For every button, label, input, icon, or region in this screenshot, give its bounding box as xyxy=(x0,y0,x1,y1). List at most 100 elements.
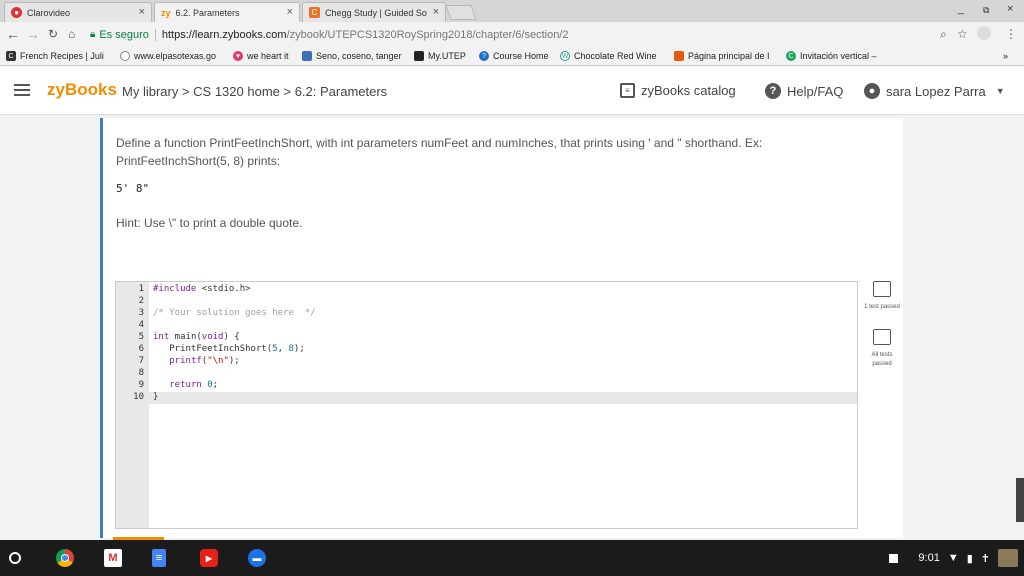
youtube-icon[interactable]: ▶ xyxy=(200,549,218,567)
bookmark-item[interactable]: C Invitación vertical – xyxy=(786,51,877,61)
user-menu[interactable]: ● sara Lopez Parra ▼ xyxy=(864,83,1005,99)
scrollbar[interactable] xyxy=(1016,478,1024,522)
code-line: #include <stdio.h> xyxy=(153,284,251,294)
chegg-icon: C xyxy=(309,7,320,18)
bookmark-item[interactable]: C French Recipes | Juli xyxy=(6,51,104,61)
zybooks-icon: zy xyxy=(161,7,171,18)
help-circle-icon: ? xyxy=(479,51,489,61)
bookmark-label: Página principal de I xyxy=(688,51,770,61)
hamburger-menu-icon[interactable] xyxy=(14,84,30,96)
bookmark-label: French Recipes | Juli xyxy=(20,51,104,61)
code-editor[interactable]: 1 2 3 4 5 6 7 8 9 10 #include <stdio.h> … xyxy=(115,281,858,529)
line-number: 7 xyxy=(138,356,144,366)
close-icon[interactable]: × xyxy=(433,6,439,18)
test-result-checkbox xyxy=(873,281,891,297)
status-tray[interactable]: 9:01 ▼ ▮ ✝ xyxy=(881,548,1018,568)
bookmark-label: Seno, coseno, tanger xyxy=(316,51,402,61)
more-bookmarks-button[interactable]: » xyxy=(1003,51,1008,61)
hint-text: Hint: Use \" to print a double quote. xyxy=(116,216,303,230)
catalog-icon: ≡ xyxy=(620,83,635,98)
battery-icon: ▮ xyxy=(966,552,973,565)
utep-icon xyxy=(414,51,424,61)
tab-parameters[interactable]: zy 6.2. Parameters × xyxy=(154,2,300,22)
divider xyxy=(154,28,156,41)
home-icon[interactable]: ⌂ xyxy=(68,27,75,41)
bookmark-label: Course Home xyxy=(493,51,549,61)
chrome-icon[interactable] xyxy=(56,549,74,567)
code-line: int main(void) { xyxy=(153,332,240,342)
bookmark-label: www.elpasotexas.go xyxy=(134,51,217,61)
line-number: 9 xyxy=(138,380,144,390)
line-number: 10 xyxy=(133,392,144,402)
gmail-icon[interactable]: M xyxy=(104,549,122,567)
math-icon xyxy=(302,51,312,61)
help-icon: ? xyxy=(765,83,781,99)
test-result-checkbox xyxy=(873,329,891,345)
heart-icon: ♥ xyxy=(233,51,243,61)
star-icon[interactable]: ☆ xyxy=(957,27,968,41)
close-icon[interactable]: × xyxy=(287,6,293,18)
extension-icon[interactable] xyxy=(977,26,991,40)
catalog-label: zyBooks catalog xyxy=(641,83,736,98)
catalog-link[interactable]: ≡ zyBooks catalog xyxy=(620,83,736,98)
chevron-down-icon: ▼ xyxy=(995,86,1005,96)
url-path: /zybook/UTEPCS1320RoySpring2018/chapter/… xyxy=(286,28,569,41)
breadcrumb[interactable]: My library > CS 1320 home > 6.2: Paramet… xyxy=(122,84,387,99)
globe-icon xyxy=(120,51,130,61)
bookmark-item[interactable]: ? Course Home xyxy=(479,51,549,61)
wordpress-icon: W xyxy=(560,51,570,61)
tab-label: Clarovideo xyxy=(27,7,71,18)
docs-icon[interactable]: ≡ xyxy=(152,549,166,567)
bookmarks-bar: C French Recipes | Juli www.elpasotexas.… xyxy=(0,47,1024,66)
profile-icon: ✝ xyxy=(980,552,990,565)
code-line: printf("\n"); xyxy=(169,356,240,366)
window-close-icon[interactable]: × xyxy=(1007,3,1013,15)
zoom-icon[interactable]: ⌕ xyxy=(940,27,947,42)
minimize-icon[interactable]: _ xyxy=(958,3,964,15)
help-label: Help/FAQ xyxy=(787,83,844,99)
tab-clarovideo[interactable]: ● Clarovideo × xyxy=(4,2,152,22)
url-host: https://learn.zybooks.com xyxy=(161,28,287,41)
canva-icon: C xyxy=(786,51,796,61)
new-tab-button[interactable] xyxy=(445,5,477,20)
line-number: 5 xyxy=(138,332,144,342)
browser-toolbar: ← → ↻ ⌂ 🔒︎ Es seguro https://learn.zyboo… xyxy=(0,22,1024,47)
help-link[interactable]: ? Help/FAQ xyxy=(765,83,843,99)
line-number: 4 xyxy=(138,320,144,330)
bookmark-item[interactable]: www.elpasotexas.go xyxy=(120,51,216,61)
user-icon: ● xyxy=(864,83,880,99)
code-line: return 0; xyxy=(169,380,219,390)
line-number: 6 xyxy=(138,344,144,354)
address-bar[interactable]: 🔒︎ Es seguro https://learn.zybooks.com /… xyxy=(90,25,970,44)
line-number: 8 xyxy=(138,368,144,378)
os-shelf: M ≡ ▶ ▬ 9:01 ▼ ▮ ✝ xyxy=(0,540,1024,576)
restore-icon[interactable]: ⧉ xyxy=(983,5,989,16)
line-number-gutter: 1 2 3 4 5 6 7 8 9 10 xyxy=(116,282,149,528)
back-icon[interactable]: ← xyxy=(6,26,20,42)
files-icon[interactable]: ▬ xyxy=(248,549,266,567)
main-content: Define a function PrintFeetInchShort, wi… xyxy=(0,116,1024,540)
bookmark-item[interactable]: My.UTEP xyxy=(414,51,466,61)
bookmark-item[interactable]: ♥ we heart it xyxy=(233,51,289,61)
line-number: 2 xyxy=(138,296,144,306)
reload-icon[interactable]: ↻ xyxy=(48,27,58,41)
tab-strip: ● Clarovideo × zy 6.2. Parameters × C Ch… xyxy=(0,0,1024,22)
clock: 9:01 xyxy=(918,552,940,564)
zybooks-header: zyBooks My library > CS 1320 home > 6.2:… xyxy=(0,67,1024,115)
lock-icon: 🔒︎ xyxy=(90,29,96,40)
tab-chegg[interactable]: C Chegg Study | Guided So × xyxy=(302,2,446,22)
menu-icon[interactable]: ⋮ xyxy=(1005,27,1017,41)
bookmark-item[interactable]: W Chocolate Red Wine xyxy=(560,51,657,61)
exercise-prompt: Define a function PrintFeetInchShort, wi… xyxy=(116,136,763,168)
bookmark-item[interactable]: Página principal de I xyxy=(674,51,770,61)
active-line-highlight xyxy=(149,392,857,404)
bookmark-label: My.UTEP xyxy=(428,51,466,61)
launcher-icon[interactable] xyxy=(9,552,21,564)
clarovideo-icon: ● xyxy=(11,7,22,18)
notification-icon xyxy=(889,553,899,563)
zybooks-logo[interactable]: zyBooks xyxy=(47,80,117,100)
bookmark-item[interactable]: Seno, coseno, tanger xyxy=(302,51,402,61)
close-icon[interactable]: × xyxy=(139,6,145,18)
forward-icon[interactable]: → xyxy=(26,26,40,42)
wifi-icon: ▼ xyxy=(947,552,959,564)
